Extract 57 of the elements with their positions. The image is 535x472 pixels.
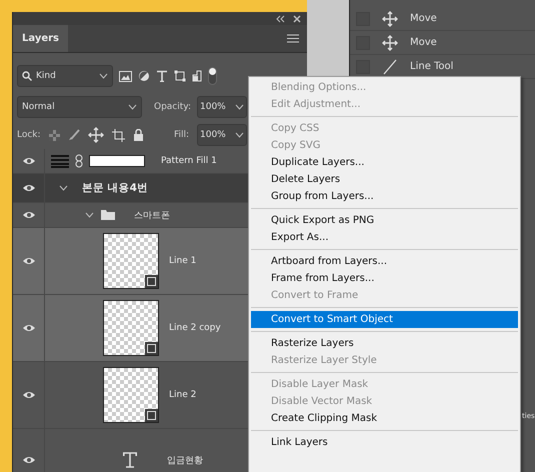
layer-name: 입금현황	[167, 454, 203, 466]
text-icon[interactable]	[156, 70, 168, 82]
eye-icon[interactable]	[22, 156, 36, 166]
menu-item[interactable]: Link Layers	[251, 434, 518, 451]
fill-field[interactable]: 100%	[197, 124, 247, 146]
chevron-down-icon	[235, 132, 244, 138]
smart-object-icon	[145, 342, 158, 355]
layer-name: Pattern Fill 1	[161, 156, 217, 166]
opacity-label: Opacity:	[154, 102, 191, 112]
smart-object-icon	[145, 409, 158, 422]
layers-tab[interactable]: Layers	[13, 25, 68, 52]
text-layer-icon	[123, 452, 137, 468]
blend-mode-dropdown[interactable]: Normal	[17, 96, 142, 118]
eye-icon[interactable]	[22, 210, 36, 220]
eye-icon[interactable]	[22, 256, 36, 266]
eye-icon[interactable]	[22, 323, 36, 333]
eye-icon[interactable]	[22, 390, 36, 400]
layer-name: 본문 내용4번	[82, 181, 148, 195]
collapse-icon[interactable]	[275, 14, 285, 22]
menu-icon[interactable]	[287, 34, 299, 43]
folder-icon	[100, 209, 116, 221]
mask-thumbnail-icon	[89, 155, 145, 167]
crop-icon[interactable]	[112, 128, 125, 142]
chevron-down-icon	[235, 104, 244, 110]
layer-name: 스마트폰	[134, 210, 170, 222]
chevron-down-icon	[99, 73, 108, 79]
link-icon	[75, 154, 83, 168]
history-item[interactable]: Move	[350, 31, 535, 55]
chevron-down-icon[interactable]	[59, 185, 68, 191]
chevron-down-icon[interactable]	[85, 212, 94, 218]
layer-name: Line 2	[169, 390, 196, 400]
shape-icon[interactable]	[174, 70, 186, 82]
move-icon	[88, 127, 104, 143]
image-icon[interactable]	[119, 70, 132, 82]
search-icon	[22, 71, 32, 81]
pattern-thumbnail-icon	[51, 154, 69, 168]
brush-icon[interactable]	[68, 129, 80, 141]
move-icon	[382, 10, 398, 26]
filter-dropdown[interactable]: Kind	[17, 65, 113, 87]
layer-name: Line 2 copy	[169, 323, 221, 333]
lock-icon[interactable]	[132, 129, 144, 141]
lock-label: Lock:	[17, 130, 41, 140]
chevron-down-icon	[128, 104, 137, 110]
eye-icon[interactable]	[22, 455, 36, 465]
fill-label: Fill:	[174, 130, 189, 140]
history-item[interactable]: Move	[350, 7, 535, 31]
layer-name: Line 1	[169, 256, 196, 266]
opacity-field[interactable]: 100%	[197, 96, 247, 118]
line-icon	[382, 58, 398, 74]
menu-item[interactable]: Convert to Smart Object	[251, 311, 518, 328]
eye-icon[interactable]	[22, 183, 36, 193]
filter-toggle-icon[interactable]	[208, 67, 217, 85]
close-icon[interactable]	[293, 14, 301, 22]
smart-filter-icon[interactable]	[192, 70, 202, 82]
move-icon	[382, 34, 398, 50]
adjustment-icon[interactable]	[138, 70, 150, 82]
smart-object-icon	[145, 275, 158, 288]
